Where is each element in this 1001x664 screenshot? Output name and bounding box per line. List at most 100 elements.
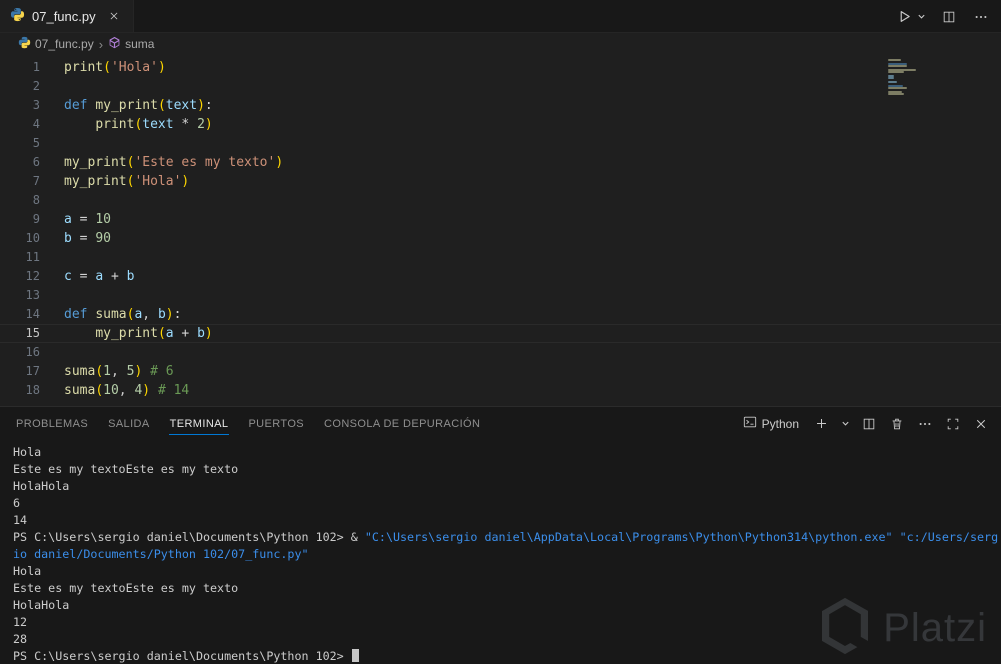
terminal-line: 12 bbox=[13, 615, 28, 629]
code-line[interactable]: 6 my_print('Este es my texto') bbox=[0, 153, 1001, 172]
breadcrumb: 07_func.py › suma bbox=[0, 33, 1001, 55]
line-number: 9 bbox=[32, 212, 40, 226]
code-line[interactable]: 13 bbox=[0, 286, 1001, 305]
code-line[interactable]: 4 print(text * 2) bbox=[0, 115, 1001, 134]
more-actions-icon[interactable] bbox=[971, 6, 991, 28]
code-line[interactable]: 15 my_print(a + b) bbox=[0, 324, 1001, 343]
close-panel-icon[interactable] bbox=[971, 413, 991, 435]
breadcrumb-file[interactable]: 07_func.py bbox=[18, 36, 94, 52]
line-number: 17 bbox=[25, 364, 40, 378]
panel-tabs: PROBLEMAS SALIDA TERMINAL PUERTOS CONSOLA DE… bbox=[6, 407, 739, 440]
tab-label: 07_func.py bbox=[32, 8, 96, 24]
code-line[interactable]: 11 bbox=[0, 248, 1001, 267]
run-dropdown-chevron-icon[interactable] bbox=[915, 6, 927, 28]
split-terminal-icon[interactable] bbox=[859, 413, 879, 435]
python-file-icon bbox=[10, 7, 25, 25]
vscode-window: 07_func.py 07_func.py › suma 1 print('Ho… bbox=[0, 0, 1001, 664]
terminal-line: Este es my textoEste es my texto bbox=[13, 581, 239, 595]
line-number: 13 bbox=[25, 288, 40, 302]
terminal-profile-button[interactable]: Python bbox=[739, 415, 803, 432]
line-number: 10 bbox=[25, 231, 40, 245]
method-symbol-icon bbox=[108, 36, 121, 52]
terminal-line: Este es my textoEste es my texto bbox=[13, 462, 239, 476]
code-line[interactable]: 18 suma(10, 4) # 14 bbox=[0, 381, 1001, 400]
split-editor-icon[interactable] bbox=[939, 6, 959, 28]
terminal-icon bbox=[743, 415, 757, 432]
breadcrumb-symbol[interactable]: suma bbox=[108, 36, 154, 52]
code-line[interactable]: 3 def my_print(text): bbox=[0, 96, 1001, 115]
bottom-panel: PROBLEMAS SALIDA TERMINAL PUERTOS CONSOLA DE… bbox=[0, 406, 1001, 664]
terminal-line: Hola bbox=[13, 445, 42, 459]
kill-terminal-icon[interactable] bbox=[887, 413, 907, 435]
code-line[interactable]: 12 c = a + b bbox=[0, 267, 1001, 286]
terminal-line: HolaHola bbox=[13, 598, 70, 612]
minimap[interactable] bbox=[888, 59, 918, 95]
panel-tab-salida[interactable]: SALIDA bbox=[98, 407, 160, 440]
code-text: def suma(a, b): bbox=[64, 307, 182, 322]
code-text: print('Hola') bbox=[64, 60, 166, 75]
terminal-line: HolaHola bbox=[13, 479, 70, 493]
breadcrumb-symbol-label: suma bbox=[125, 37, 155, 51]
code-line[interactable]: 5 bbox=[0, 134, 1001, 153]
line-number: 2 bbox=[32, 79, 40, 93]
code-line[interactable]: 8 bbox=[0, 191, 1001, 210]
code-line[interactable]: 1 print('Hola') bbox=[0, 58, 1001, 77]
panel-tab-terminal[interactable]: TERMINAL bbox=[160, 407, 239, 440]
line-number: 8 bbox=[32, 193, 40, 207]
line-number: 12 bbox=[25, 269, 40, 283]
editor-lines: 1 print('Hola') 2 3 def my_print(text): 4 pri… bbox=[0, 58, 1001, 400]
code-text: my_print('Este es my texto') bbox=[64, 155, 284, 170]
code-text: def my_print(text): bbox=[64, 98, 213, 113]
maximize-panel-icon[interactable] bbox=[943, 413, 963, 435]
terminal-profile-label: Python bbox=[761, 416, 799, 431]
run-python-file-button[interactable] bbox=[894, 6, 914, 28]
line-number: 4 bbox=[32, 117, 40, 131]
code-line[interactable]: 9 a = 10 bbox=[0, 210, 1001, 229]
terminal-line: Hola bbox=[13, 564, 42, 578]
code-line[interactable]: 10 b = 90 bbox=[0, 229, 1001, 248]
code-text: suma(10, 4) # 14 bbox=[64, 383, 190, 398]
terminal-output[interactable]: Hola Este es my textoEste es my texto Hola… bbox=[0, 440, 1001, 664]
line-number: 16 bbox=[25, 345, 40, 359]
code-text: my_print('Hola') bbox=[64, 174, 190, 189]
line-number: 11 bbox=[25, 250, 40, 264]
panel-more-actions-icon[interactable] bbox=[915, 413, 935, 435]
panel-tab-problemas[interactable]: PROBLEMAS bbox=[6, 407, 98, 440]
terminal-cursor bbox=[351, 649, 359, 662]
panel-tab-puertos[interactable]: PUERTOS bbox=[238, 407, 314, 440]
terminal-line: PS C:\Users\sergio daniel\Documents\Pyth… bbox=[13, 648, 1001, 664]
breadcrumb-file-label: 07_func.py bbox=[35, 37, 94, 51]
line-number: 18 bbox=[25, 383, 40, 397]
code-line[interactable]: 16 bbox=[0, 343, 1001, 362]
code-line[interactable]: 2 bbox=[0, 77, 1001, 96]
tab-07-func-py[interactable]: 07_func.py bbox=[0, 0, 134, 32]
new-terminal-button[interactable] bbox=[811, 413, 831, 435]
code-text: c = a + b bbox=[64, 269, 135, 284]
panel-header: PROBLEMAS SALIDA TERMINAL PUERTOS CONSOLA DE… bbox=[0, 407, 1001, 440]
line-number: 1 bbox=[32, 60, 40, 74]
tab-close-icon[interactable] bbox=[105, 7, 123, 25]
breadcrumb-separator-icon: › bbox=[98, 36, 104, 52]
terminal-line: io daniel/Documents/Python 102/07_func.p… bbox=[13, 547, 309, 561]
code-text: a = 10 bbox=[64, 212, 111, 227]
line-number: 14 bbox=[25, 307, 40, 321]
code-editor[interactable]: 1 print('Hola') 2 3 def my_print(text): 4 pri… bbox=[0, 55, 1001, 406]
terminal-line: 28 bbox=[13, 632, 28, 646]
line-number: 5 bbox=[32, 136, 40, 150]
terminal-profile-chevron-icon[interactable] bbox=[839, 413, 851, 435]
code-text: b = 90 bbox=[64, 231, 111, 246]
panel-tab-consola-de-depuraci-n[interactable]: CONSOLA DE DEPURACIÓN bbox=[314, 407, 490, 440]
editor-toolbar bbox=[894, 0, 991, 33]
terminal-line: PS C:\Users\sergio daniel\Documents\Pyth… bbox=[13, 530, 999, 544]
editor-tab-bar: 07_func.py bbox=[0, 0, 1001, 33]
line-number: 15 bbox=[25, 326, 40, 340]
code-line[interactable]: 7 my_print('Hola') bbox=[0, 172, 1001, 191]
python-file-icon bbox=[18, 36, 31, 52]
code-line[interactable]: 17 suma(1, 5) # 6 bbox=[0, 362, 1001, 381]
code-line[interactable]: 14 def suma(a, b): bbox=[0, 305, 1001, 324]
